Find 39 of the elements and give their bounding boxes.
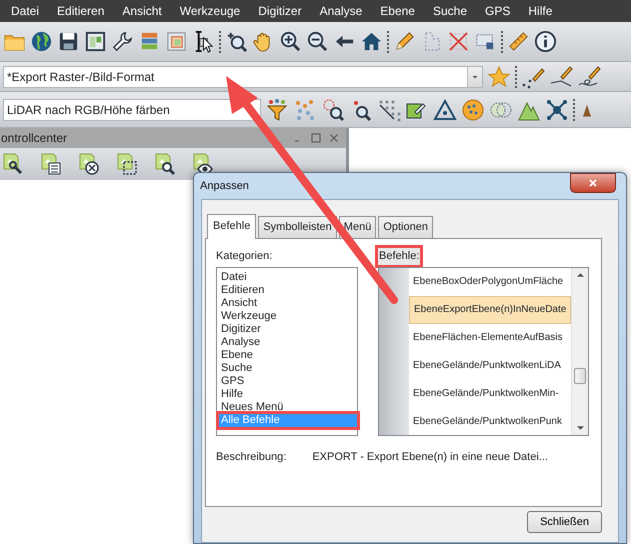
menu-item[interactable]: Ansicht — [113, 2, 171, 20]
category-item[interactable]: Werkzeuge — [219, 310, 357, 322]
menu-item[interactable]: Analyse — [310, 2, 372, 20]
menu-item[interactable]: Editieren — [48, 2, 114, 20]
category-item[interactable]: Digitizer — [219, 322, 357, 336]
command-item[interactable]: EbeneGelände/PunktwolkenPunk — [409, 408, 571, 434]
menu-item[interactable]: Hilfe — [519, 2, 562, 20]
command-item[interactable]: EbeneGelände/PunktwolkenMin- — [409, 380, 571, 408]
description-text: EXPORT - Export Ebene(n) in eine neue Datei... — [312, 450, 548, 464]
tab[interactable]: Symbolleisten — [258, 216, 337, 238]
dialog-title: Anpassen — [200, 178, 249, 194]
category-item[interactable]: Analyse — [219, 336, 357, 348]
commands-label: Befehle: — [378, 248, 420, 264]
close-button[interactable]: Schließen — [527, 510, 602, 533]
categories-label: Kategorien: — [216, 249, 274, 264]
command-item[interactable]: EbeneBoxOderPolygonUmFläche — [409, 268, 571, 296]
category-item[interactable]: Datei — [219, 270, 357, 284]
category-item[interactable]: Ansicht — [219, 296, 357, 310]
menu-item[interactable]: Suche — [424, 2, 476, 20]
category-item[interactable]: Editieren — [219, 284, 357, 296]
category-item[interactable]: Hilfe — [219, 388, 357, 400]
category-item[interactable]: Suche — [219, 362, 357, 374]
category-item[interactable]: GPS — [219, 374, 357, 388]
menu-item[interactable]: Werkzeuge — [170, 2, 250, 20]
panel-title: ontrollcenter — [1, 130, 68, 147]
description-label: Beschreibung: — [216, 450, 286, 464]
command-item[interactable]: EbeneExportEbene(n)InNeueDate — [409, 296, 571, 324]
menu-item[interactable]: GPS — [476, 2, 520, 20]
tab[interactable]: Optionen — [378, 216, 433, 238]
category-item[interactable]: Neues Menü — [219, 400, 357, 414]
command-item[interactable]: EbeneFlächen-ElementeAufBasis — [409, 324, 571, 352]
format-dropdown[interactable]: *Export Raster-/Bild-Format — [3, 66, 483, 88]
tab[interactable]: Befehle — [207, 214, 256, 238]
category-item[interactable]: Ebene — [219, 348, 357, 362]
layer-dropdown[interactable]: LiDAR nach RGB/Höhe färben — [3, 98, 261, 120]
menu-item[interactable]: Ebene — [371, 2, 424, 20]
menu-item[interactable]: Digitizer — [249, 2, 311, 20]
menu-item[interactable]: Datei — [2, 2, 48, 20]
command-item[interactable]: EbeneGelände/PunktwolkenLiDA — [409, 352, 571, 380]
